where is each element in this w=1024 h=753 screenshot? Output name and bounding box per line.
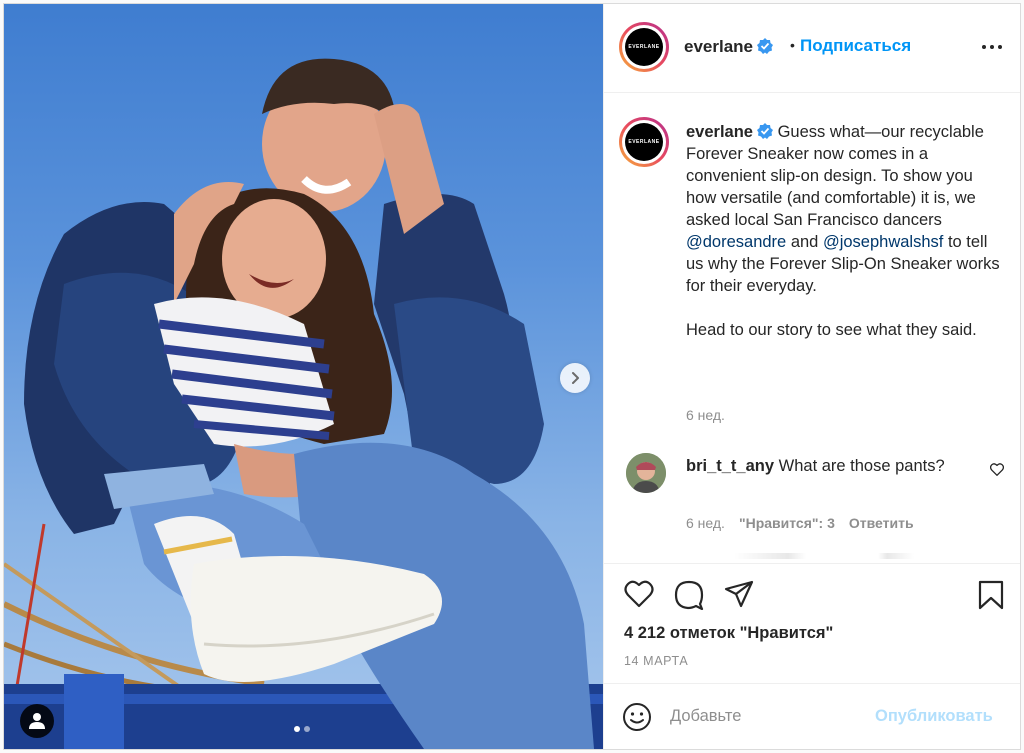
comment-text: What are those pants? bbox=[778, 457, 945, 475]
comment-icon[interactable] bbox=[674, 580, 704, 610]
next-comment-fade bbox=[734, 553, 914, 559]
follow-button[interactable]: Подписаться bbox=[800, 36, 911, 56]
more-options-icon[interactable] bbox=[980, 40, 1004, 54]
comment-input[interactable] bbox=[670, 704, 860, 728]
paper-plane-icon[interactable] bbox=[724, 580, 754, 608]
tagged-users-button[interactable] bbox=[20, 704, 54, 738]
everlane-logo: EVERLANE bbox=[625, 28, 663, 66]
bookmark-icon[interactable] bbox=[978, 580, 1004, 610]
publish-button[interactable]: Опубликовать bbox=[875, 707, 993, 726]
comment-meta: 6 нед. "Нравится": 3 Ответить bbox=[686, 515, 914, 531]
account-username: everlane bbox=[684, 37, 753, 56]
carousel-dot-active bbox=[294, 726, 300, 732]
post-photo[interactable] bbox=[4, 4, 603, 749]
carousel-dot bbox=[304, 726, 310, 732]
add-comment-bar: Опубликовать bbox=[604, 683, 1020, 749]
likes-count[interactable]: 4 212 отметок "Нравится" bbox=[624, 624, 833, 643]
caption-timestamp[interactable]: 6 нед. bbox=[686, 407, 725, 423]
chevron-right-icon bbox=[572, 372, 579, 384]
carousel-next-button[interactable] bbox=[560, 363, 590, 393]
comments-section: EVERLANE everlane Guess what—our recycla… bbox=[604, 93, 1020, 563]
header-separator: • bbox=[790, 37, 795, 53]
account-username-link[interactable]: everlane bbox=[684, 37, 773, 57]
post-details-panel: EVERLANE everlane • Подписаться EVERLANE bbox=[603, 4, 1020, 749]
post-date[interactable]: 14 МАРТА bbox=[624, 654, 688, 668]
post-caption: everlane Guess what—our recyclable Forev… bbox=[686, 121, 1006, 341]
commenter-avatar[interactable] bbox=[626, 453, 666, 493]
reply-button[interactable]: Ответить bbox=[849, 515, 914, 531]
mention-link[interactable]: @josephwalshsf bbox=[823, 233, 943, 251]
verified-badge-icon bbox=[756, 123, 773, 139]
everlane-logo: EVERLANE bbox=[625, 123, 663, 161]
commenter-photo bbox=[626, 453, 666, 493]
caption-avatar[interactable]: EVERLANE bbox=[619, 117, 669, 167]
caption-paragraph: Head to our story to see what they said. bbox=[686, 321, 977, 339]
comment-timestamp[interactable]: 6 нед. bbox=[686, 515, 725, 531]
user-icon bbox=[29, 713, 45, 729]
heart-icon[interactable] bbox=[624, 580, 654, 608]
post-header: EVERLANE everlane • Подписаться bbox=[604, 4, 1020, 93]
post-actions: 4 212 отметок "Нравится" 14 МАРТА bbox=[604, 563, 1020, 683]
commenter-username[interactable]: bri_t_t_any bbox=[686, 457, 774, 475]
mention-link[interactable]: @doresandre bbox=[686, 233, 786, 251]
photo-illustration bbox=[4, 58, 603, 749]
carousel-indicator bbox=[294, 726, 310, 732]
caption-text: and bbox=[790, 233, 819, 251]
verified-badge-icon bbox=[757, 38, 773, 54]
heart-outline-icon[interactable] bbox=[990, 463, 1004, 476]
comment-body: bri_t_t_any What are those pants? bbox=[686, 455, 976, 477]
caption-username[interactable]: everlane bbox=[686, 123, 753, 141]
comment-likes-count[interactable]: "Нравится": 3 bbox=[739, 515, 835, 531]
emoji-smile-icon[interactable] bbox=[622, 702, 652, 732]
instagram-post: EVERLANE everlane • Подписаться EVERLANE bbox=[3, 3, 1021, 750]
account-avatar[interactable]: EVERLANE bbox=[619, 22, 669, 72]
